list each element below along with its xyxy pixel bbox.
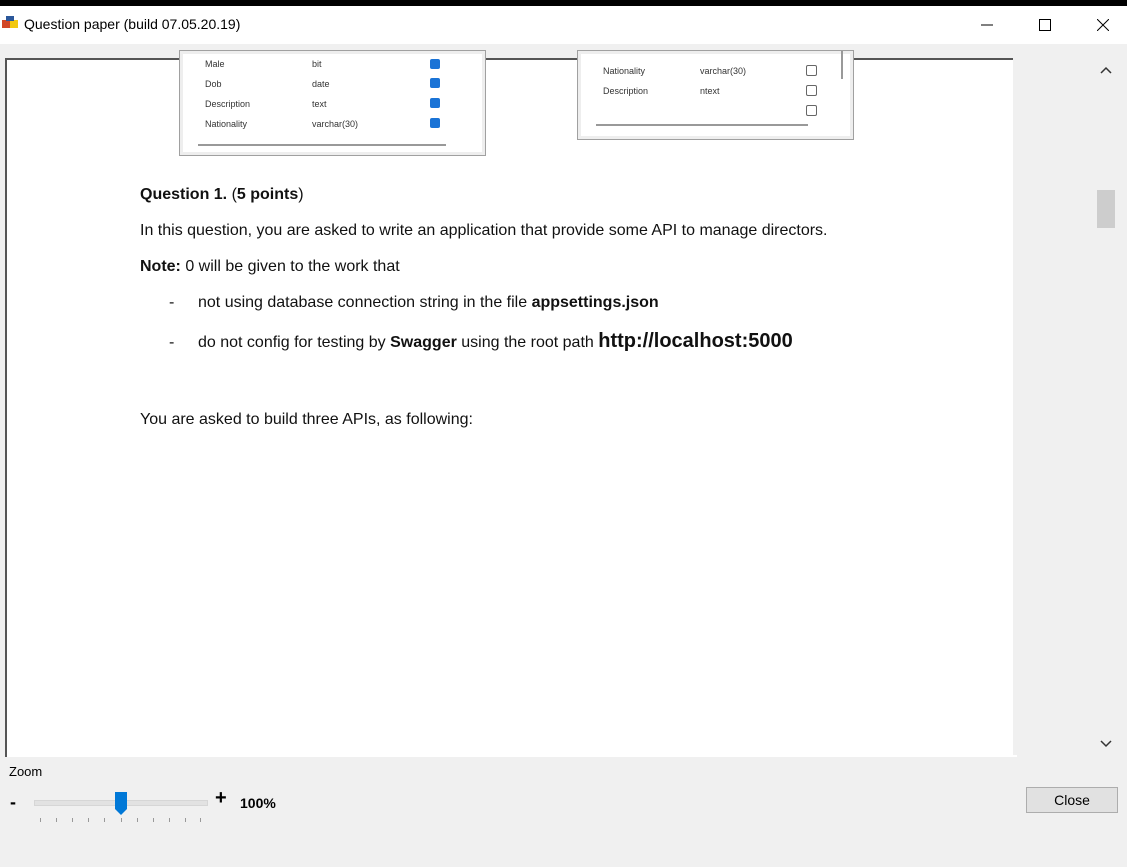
checkbox-unchecked — [806, 105, 817, 116]
scrollbar-thumb[interactable] — [1097, 190, 1115, 228]
zoom-slider-handle[interactable] — [115, 792, 127, 816]
slider-tick — [200, 818, 201, 822]
question-heading: Question 1. (5 points) — [140, 186, 304, 203]
table-row: Nationality — [205, 119, 248, 129]
table-image-right: Nationality varchar(30) Description ntex… — [577, 50, 854, 140]
table-row: Description — [205, 99, 251, 109]
apis-intro: You are asked to build three APIs, as fo… — [140, 411, 473, 428]
close-window-button[interactable] — [1074, 6, 1127, 44]
minimize-button[interactable] — [958, 6, 1016, 44]
table-row: Description — [603, 86, 649, 96]
slider-tick — [104, 818, 105, 822]
checkbox-checked — [430, 78, 440, 88]
table-cell: varchar(30) — [700, 66, 747, 76]
table-cell: ntext — [700, 86, 720, 96]
bullet-2: do not config for testing by Swagger usi… — [198, 330, 793, 352]
slider-tick — [137, 818, 138, 822]
checkbox-checked — [430, 98, 440, 108]
scroll-up-icon[interactable] — [1099, 64, 1113, 78]
slider-tick — [153, 818, 154, 822]
bullet-dash: - — [169, 294, 175, 311]
bullet-dash: - — [169, 334, 175, 351]
zoom-out-button[interactable]: - — [10, 792, 16, 813]
table-scrollbar — [198, 144, 446, 146]
slider-tick — [72, 818, 73, 822]
slider-tick — [56, 818, 57, 822]
table-row: Male — [205, 59, 225, 69]
page-margin — [1013, 58, 1093, 755]
window-title: Question paper (build 07.05.20.19) — [24, 16, 241, 32]
document-viewer[interactable]: Male bit Dob date Description text Natio… — [5, 50, 1017, 757]
question-intro: In this question, you are asked to write… — [140, 222, 828, 239]
close-icon — [1097, 19, 1109, 31]
table-image-left: Male bit Dob date Description text Natio… — [179, 50, 486, 156]
table-cell: date — [312, 79, 330, 89]
zoom-in-button[interactable]: + — [215, 787, 227, 810]
table-row: Dob — [205, 79, 222, 89]
zoom-label: Zoom — [9, 764, 43, 779]
zoom-value: 100% — [240, 795, 276, 811]
checkbox-unchecked — [806, 85, 817, 96]
checkbox-unchecked — [806, 65, 817, 76]
document-page: Male bit Dob date Description text Natio… — [27, 50, 1017, 757]
table-cell: varchar(30) — [312, 119, 359, 129]
close-button[interactable]: Close — [1026, 787, 1118, 813]
scroll-down-icon[interactable] — [1099, 736, 1113, 750]
app-icon — [2, 16, 18, 28]
title-bar: Question paper (build 07.05.20.19) — [0, 6, 1127, 44]
checkbox-checked — [430, 59, 440, 69]
table-cell: bit — [312, 59, 322, 69]
table-scrollbar — [596, 124, 808, 126]
table-row: Nationality — [603, 66, 646, 76]
bullet-1: not using database connection string in … — [198, 294, 659, 311]
maximize-button[interactable] — [1016, 6, 1074, 44]
table-scrollbar-v — [841, 51, 843, 79]
minimize-icon — [981, 24, 993, 26]
slider-tick — [88, 818, 89, 822]
note-line: Note: 0 will be given to the work that — [140, 258, 400, 275]
checkbox-checked — [430, 118, 440, 128]
vertical-scrollbar[interactable] — [1095, 58, 1117, 755]
slider-tick — [169, 818, 170, 822]
slider-tick — [185, 818, 186, 822]
maximize-icon — [1039, 19, 1051, 31]
slider-tick — [40, 818, 41, 822]
table-cell: text — [312, 99, 327, 109]
slider-tick — [121, 818, 122, 822]
